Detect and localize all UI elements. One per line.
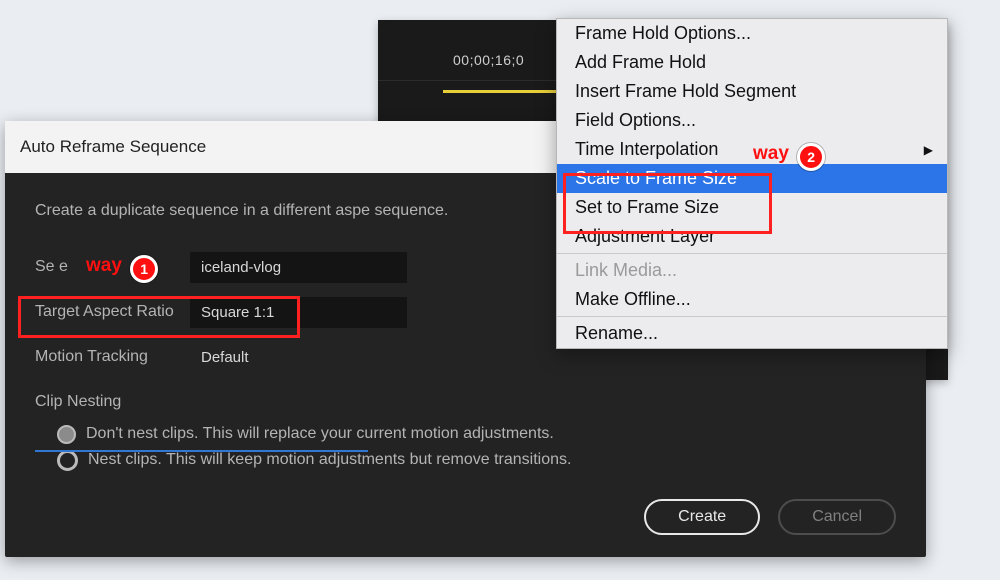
active-row-underline <box>35 450 368 452</box>
clip-nesting-group: Clip Nesting Don't nest clips. This will… <box>35 393 896 471</box>
annotation-text: way <box>86 255 122 276</box>
menu-time-interpolation[interactable]: Time Interpolation ▶ <box>557 135 947 164</box>
radio-icon <box>57 425 76 444</box>
menu-add-frame-hold[interactable]: Add Frame Hold <box>557 48 947 77</box>
menu-make-offline[interactable]: Make Offline... <box>557 285 947 314</box>
menu-adjustment-layer[interactable]: Adjustment Layer <box>557 222 947 251</box>
radio-dont-nest[interactable]: Don't nest clips. This will replace your… <box>57 425 896 444</box>
annotation-number: 1 <box>130 255 158 283</box>
submenu-arrow-icon: ▶ <box>924 143 933 157</box>
menu-frame-hold-options[interactable]: Frame Hold Options... <box>557 19 947 48</box>
menu-rename[interactable]: Rename... <box>557 319 947 348</box>
motion-tracking-label: Motion Tracking <box>35 348 190 366</box>
menu-insert-frame-hold-segment[interactable]: Insert Frame Hold Segment <box>557 77 947 106</box>
annotation-label-way2: way 2 <box>753 143 825 171</box>
annotation-text: way <box>753 143 789 164</box>
aspect-ratio-label: Target Aspect Ratio <box>35 303 190 321</box>
annotation-label-way1: way 1 <box>86 255 158 283</box>
menu-field-options[interactable]: Field Options... <box>557 106 947 135</box>
cancel-button[interactable]: Cancel <box>778 499 896 535</box>
radio-label: Don't nest clips. This will replace your… <box>86 425 554 443</box>
menu-label: Time Interpolation <box>575 139 718 159</box>
annotation-number: 2 <box>797 143 825 171</box>
menu-separator <box>557 316 947 317</box>
radio-nest[interactable]: Nest clips. This will keep motion adjust… <box>57 450 896 471</box>
menu-scale-to-frame-size[interactable]: Scale to Frame Size <box>557 164 947 193</box>
timecode: 00;00;16;0 <box>453 52 524 68</box>
radio-label: Nest clips. This will keep motion adjust… <box>88 451 571 469</box>
create-button[interactable]: Create <box>644 499 760 535</box>
aspect-ratio-select[interactable]: Square 1:1 <box>190 297 407 328</box>
menu-set-to-frame-size[interactable]: Set to Frame Size <box>557 193 947 222</box>
sequence-name-field[interactable]: iceland-vlog <box>190 252 407 283</box>
clip-nesting-label: Clip Nesting <box>35 393 896 411</box>
menu-separator <box>557 253 947 254</box>
radio-icon <box>57 450 78 471</box>
context-menu: Frame Hold Options... Add Frame Hold Ins… <box>556 18 948 349</box>
motion-tracking-select[interactable]: Default <box>190 342 407 373</box>
menu-link-media: Link Media... <box>557 256 947 285</box>
